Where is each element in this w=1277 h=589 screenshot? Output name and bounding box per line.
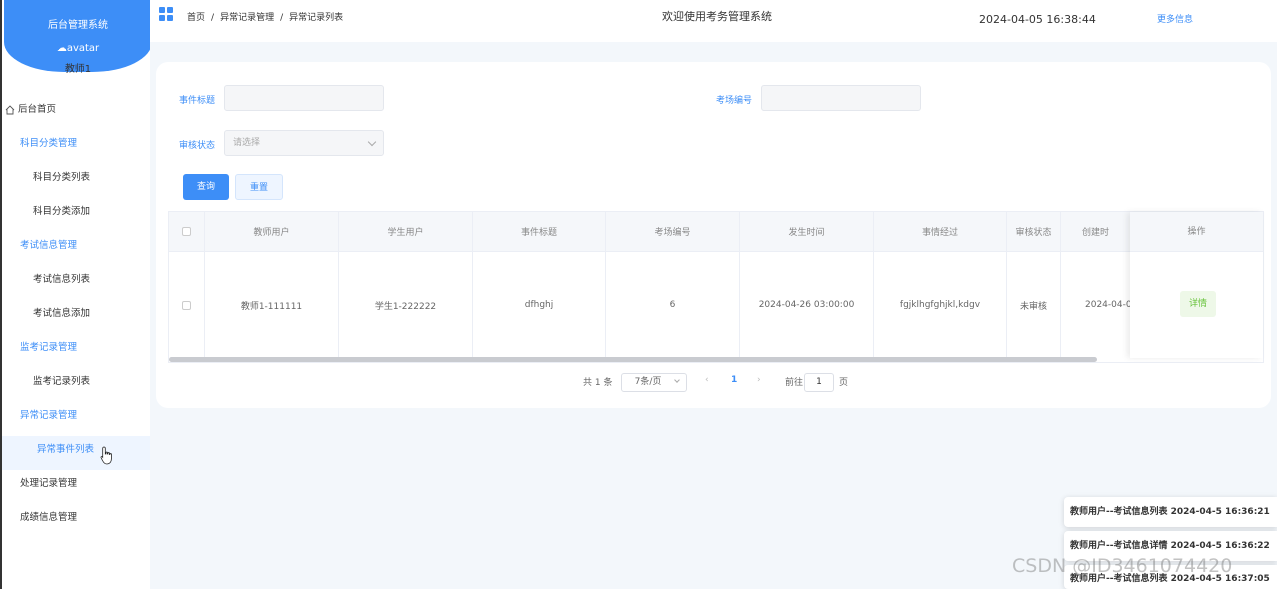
- sidebar-item-label: 科目分类列表: [33, 172, 91, 183]
- reset-button[interactable]: 重置: [235, 174, 283, 200]
- chevron-down-icon: [674, 377, 680, 383]
- welcome-text: 欢迎使用考务管理系统: [662, 10, 772, 23]
- sidebar-item-home[interactable]: 后台首页: [2, 96, 150, 130]
- data-table: 教师用户 学生用户 事件标题 考场编号 发生时间 事情经过 审核状态 创建时 教…: [168, 211, 1264, 363]
- sidebar-group-subject[interactable]: 科目分类管理: [2, 130, 150, 164]
- sidebar-item-label: 监考记录列表: [33, 376, 91, 387]
- table-row[interactable]: 教师1-111111 学生1-222222 dfhghj 6 2024-04-2…: [169, 252, 1263, 358]
- cell-detail: fgjklhgfghjkl,kdgv: [874, 252, 1007, 358]
- avatar-broken-image-icon: ☁: [56, 43, 67, 54]
- cell-created: 2024-04-0: [1085, 300, 1130, 310]
- sidebar-item-label: 异常事件列表: [37, 444, 95, 455]
- breadcrumb-separator: /: [211, 13, 215, 23]
- sidebar-item-label: 考试信息添加: [33, 308, 91, 319]
- cell-teacher: 教师1-111111: [205, 252, 339, 358]
- system-title: 后台管理系统: [48, 20, 108, 31]
- sidebar-item-subject-add[interactable]: 科目分类添加: [2, 198, 150, 232]
- avatar[interactable]: ☁avatar: [4, 43, 152, 54]
- sidebar-item-label: 考试信息管理: [20, 240, 78, 251]
- menu-grid-icon[interactable]: [159, 7, 173, 21]
- top-bar: 首页 / 异常记录管理 / 异常记录列表 欢迎使用考务管理系统 2024-04-05 1…: [150, 0, 1277, 42]
- notification-toast[interactable]: 教师用户--考试信息列表 2024-04-5 16:36:21: [1064, 497, 1277, 527]
- horizontal-scrollbar[interactable]: [169, 357, 1097, 362]
- column-header[interactable]: 发生时间: [740, 212, 874, 251]
- chevron-down-icon: [367, 137, 377, 147]
- column-header[interactable]: 事情经过: [874, 212, 1007, 251]
- more-info-link[interactable]: 更多信息: [1157, 12, 1193, 25]
- goto-label: 前往: [785, 378, 804, 388]
- brand-header: 后台管理系统 ☁avatar 教师1: [4, 0, 152, 75]
- title-label: 事件标题: [179, 96, 216, 106]
- cell-room: 6: [606, 252, 740, 358]
- column-header[interactable]: 考场编号: [606, 212, 740, 251]
- page-suffix: 页: [839, 378, 849, 388]
- cell-status: 未审核: [1007, 252, 1061, 358]
- breadcrumb: 首页 / 异常记录管理 / 异常记录列表: [187, 10, 349, 23]
- column-header[interactable]: 创建时: [1061, 212, 1130, 251]
- sidebar-item-subject-list[interactable]: 科目分类列表: [2, 164, 150, 198]
- page-size-value: 7条/页: [634, 377, 662, 387]
- row-checkbox[interactable]: [182, 300, 191, 310]
- breadcrumb-current: 异常记录列表: [289, 13, 344, 23]
- sidebar-item-exam-add[interactable]: 考试信息添加: [2, 300, 150, 334]
- sidebar: 后台管理系统 ☁avatar 教师1 后台首页 科目分类管理 科目分类列表 科目…: [0, 0, 152, 589]
- sidebar-item-label: 后台首页: [18, 104, 57, 115]
- cell-student: 学生1-222222: [339, 252, 473, 358]
- column-header[interactable]: 学生用户: [339, 212, 473, 251]
- select-all-cell: [169, 212, 205, 251]
- query-button[interactable]: 查询: [183, 174, 229, 200]
- status-placeholder: 请选择: [233, 138, 261, 148]
- sidebar-group-scores[interactable]: 成绩信息管理: [2, 504, 150, 538]
- room-label: 考场编号: [716, 96, 753, 106]
- sidebar-item-label: 处理记录管理: [20, 478, 78, 489]
- column-header[interactable]: 审核状态: [1007, 212, 1061, 251]
- sidebar-menu: 后台首页 科目分类管理 科目分类列表 科目分类添加 考试信息管理 考试信息列表 …: [2, 96, 150, 538]
- title-input[interactable]: [224, 85, 384, 111]
- cell-title: dfhghj: [473, 252, 606, 358]
- action-column-header: 操作: [1130, 212, 1263, 252]
- username: 教师1: [64, 64, 92, 75]
- sidebar-item-anomaly-list[interactable]: 异常事件列表: [2, 436, 150, 470]
- sidebar-group-anomaly[interactable]: 异常记录管理: [2, 402, 150, 436]
- watermark: CSDN @ID3461074420: [1012, 555, 1233, 577]
- sidebar-item-exam-list[interactable]: 考试信息列表: [2, 266, 150, 300]
- prev-page-button[interactable]: ‹: [705, 375, 709, 385]
- next-page-button[interactable]: ›: [757, 375, 761, 385]
- sidebar-item-label: 成绩信息管理: [20, 512, 78, 523]
- status-label: 审核状态: [179, 141, 216, 151]
- column-header[interactable]: 事件标题: [473, 212, 606, 251]
- select-all-checkbox[interactable]: [182, 227, 191, 236]
- breadcrumb-home[interactable]: 首页: [187, 13, 205, 23]
- action-column: 操作 详情: [1130, 212, 1263, 358]
- table-header: 教师用户 学生用户 事件标题 考场编号 发生时间 事情经过 审核状态 创建时: [169, 212, 1263, 252]
- row-select-cell: [169, 252, 205, 358]
- breadcrumb-anomaly-management[interactable]: 异常记录管理: [220, 13, 274, 23]
- hand-cursor-icon: [100, 446, 112, 465]
- breadcrumb-separator: /: [280, 13, 284, 23]
- sidebar-item-label: 异常记录管理: [20, 410, 78, 421]
- sidebar-item-label: 科目分类添加: [33, 206, 91, 217]
- cell-time: 2024-04-26 03:00:00: [740, 252, 874, 358]
- detail-button[interactable]: 详情: [1180, 291, 1216, 317]
- sidebar-item-label: 科目分类管理: [20, 138, 78, 149]
- sidebar-group-exam[interactable]: 考试信息管理: [2, 232, 150, 266]
- column-header[interactable]: 教师用户: [205, 212, 339, 251]
- status-select[interactable]: 请选择: [224, 130, 384, 156]
- sidebar-item-label: 监考记录管理: [20, 342, 78, 353]
- goto-page-input[interactable]: 1: [804, 373, 834, 392]
- sidebar-group-invigilation[interactable]: 监考记录管理: [2, 334, 150, 368]
- sidebar-item-label: 考试信息列表: [33, 274, 91, 285]
- avatar-alt-text: avatar: [66, 43, 100, 54]
- home-icon: [5, 105, 15, 115]
- room-input[interactable]: [761, 85, 921, 111]
- page-number-current[interactable]: 1: [731, 375, 737, 385]
- sidebar-item-invigilation-list[interactable]: 监考记录列表: [2, 368, 150, 402]
- list-panel: 事件标题 考场编号 审核状态 请选择 查询 重置 教师用户 学生用户 事件标题 …: [156, 62, 1271, 408]
- total-count: 共 1 条: [583, 378, 613, 388]
- page-size-select[interactable]: 7条/页: [621, 373, 687, 392]
- sidebar-group-handling[interactable]: 处理记录管理: [2, 470, 150, 504]
- current-datetime: 2024-04-05 16:38:44: [979, 13, 1096, 26]
